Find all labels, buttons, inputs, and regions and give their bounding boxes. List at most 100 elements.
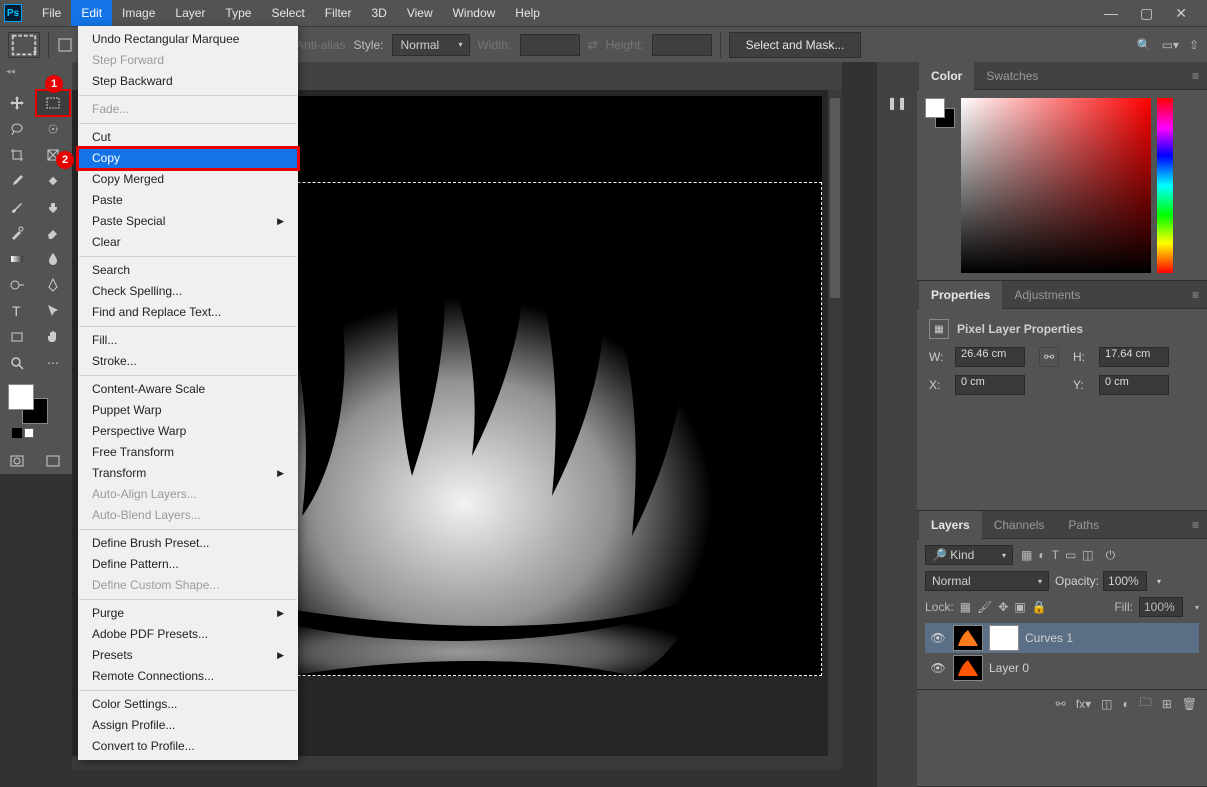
edit-menu-item[interactable]: Copy Merged: [78, 169, 298, 190]
menu-view[interactable]: View: [397, 0, 443, 26]
edit-menu-item[interactable]: Cut: [78, 127, 298, 148]
hand-tool[interactable]: [36, 324, 70, 350]
quick-mask-icon[interactable]: [0, 448, 34, 474]
crop-tool[interactable]: [0, 142, 34, 168]
menu-image[interactable]: Image: [112, 0, 165, 26]
tab-properties[interactable]: Properties: [919, 281, 1002, 309]
menu-filter[interactable]: Filter: [315, 0, 362, 26]
menu-help[interactable]: Help: [505, 0, 550, 26]
color-fg-bg-swatch[interactable]: [925, 98, 955, 128]
properties-panel-menu-icon[interactable]: ≡: [1184, 288, 1207, 302]
history-brush-tool[interactable]: [0, 220, 34, 246]
filter-pixel-icon[interactable]: ▦: [1021, 548, 1032, 563]
layer-mask-thumbnail[interactable]: [989, 625, 1019, 651]
tab-layers[interactable]: Layers: [919, 511, 982, 539]
panel-icon-1[interactable]: ❚❚: [886, 92, 908, 114]
edit-menu-item[interactable]: Convert to Profile...: [78, 736, 298, 757]
gradient-tool[interactable]: [0, 246, 34, 272]
color-swatches[interactable]: [0, 376, 72, 442]
delete-layer-icon[interactable]: 🗑: [1182, 697, 1197, 711]
style-select[interactable]: Normal▾: [392, 34, 470, 56]
color-panel-menu-icon[interactable]: ≡: [1184, 69, 1207, 83]
menu-file[interactable]: File: [32, 0, 71, 26]
layer-thumbnail[interactable]: [953, 625, 983, 651]
filter-shape-icon[interactable]: ▭: [1065, 548, 1076, 563]
filter-smart-icon[interactable]: ◫: [1082, 548, 1093, 563]
layer-name[interactable]: Curves 1: [1025, 631, 1073, 645]
filter-adjust-icon[interactable]: ◐: [1038, 548, 1045, 563]
edit-menu-item[interactable]: Step Backward: [78, 71, 298, 92]
saturation-picker[interactable]: [961, 98, 1151, 273]
prop-x-input[interactable]: 0 cm: [955, 375, 1025, 395]
move-tool[interactable]: [0, 90, 34, 116]
edit-menu-item[interactable]: Copy: [78, 148, 298, 169]
tab-channels[interactable]: Channels: [982, 511, 1057, 539]
new-layer-icon[interactable]: ⊞: [1162, 697, 1172, 711]
menu-3d[interactable]: 3D: [361, 0, 396, 26]
toolbox-collapse-icon[interactable]: ◂◂: [6, 66, 15, 77]
tab-color[interactable]: Color: [919, 62, 974, 90]
filter-toggle-icon[interactable]: ⏻: [1106, 548, 1116, 563]
share-icon[interactable]: ⇧: [1189, 38, 1199, 52]
layer-thumbnail[interactable]: [953, 655, 983, 681]
menu-window[interactable]: Window: [443, 0, 506, 26]
menu-select[interactable]: Select: [261, 0, 314, 26]
lock-artboard-icon[interactable]: ▣: [1014, 600, 1025, 614]
edit-menu-item[interactable]: Define Pattern...: [78, 554, 298, 575]
edit-menu-item[interactable]: Content-Aware Scale: [78, 379, 298, 400]
edit-menu-item[interactable]: Search: [78, 260, 298, 281]
dodge-tool[interactable]: [0, 272, 34, 298]
adjustment-layer-icon[interactable]: ◐: [1122, 697, 1129, 711]
edit-menu-item[interactable]: Check Spelling...: [78, 281, 298, 302]
lock-all-icon[interactable]: 🔒: [1032, 600, 1047, 614]
edit-menu-item[interactable]: Perspective Warp: [78, 421, 298, 442]
maximize-icon[interactable]: ▢: [1140, 5, 1153, 22]
workspace-icon[interactable]: ▭▾: [1162, 38, 1179, 52]
link-wh-icon[interactable]: ⚯: [1039, 347, 1059, 367]
tab-swatches[interactable]: Swatches: [974, 62, 1050, 90]
clone-stamp-tool[interactable]: [36, 194, 70, 220]
edit-menu-item[interactable]: Puppet Warp: [78, 400, 298, 421]
link-layers-icon[interactable]: ⚯: [1056, 697, 1066, 711]
select-new-icon[interactable]: [57, 37, 73, 53]
lock-pos-icon[interactable]: ✥: [998, 600, 1008, 614]
eyedropper-tool[interactable]: [0, 168, 34, 194]
prop-w-input[interactable]: 26.46 cm: [955, 347, 1025, 367]
edit-menu-item[interactable]: Undo Rectangular Marquee: [78, 29, 298, 50]
edit-menu-item[interactable]: Clear: [78, 232, 298, 253]
edit-menu-item[interactable]: Find and Replace Text...: [78, 302, 298, 323]
layer-name[interactable]: Layer 0: [989, 661, 1029, 675]
close-icon[interactable]: ✕: [1175, 5, 1187, 22]
fill-input[interactable]: 100%: [1139, 597, 1183, 617]
edit-menu-item[interactable]: Define Brush Preset...: [78, 533, 298, 554]
rectangular-marquee-tool[interactable]: [36, 90, 70, 116]
edit-menu-item[interactable]: Fill...: [78, 330, 298, 351]
lock-trans-icon[interactable]: ▦: [960, 600, 971, 614]
layer-group-icon[interactable]: 🗀: [1140, 693, 1152, 714]
search-icon[interactable]: 🔍: [1137, 38, 1152, 52]
quick-select-tool[interactable]: [36, 116, 70, 142]
path-select-tool[interactable]: [36, 298, 70, 324]
menu-layer[interactable]: Layer: [165, 0, 215, 26]
edit-toolbar-icon[interactable]: ⋯: [36, 350, 70, 376]
edit-menu-item[interactable]: Assign Profile...: [78, 715, 298, 736]
blend-mode-select[interactable]: Normal▾: [925, 571, 1049, 591]
pen-tool[interactable]: [36, 272, 70, 298]
edit-menu-item[interactable]: Transform▶: [78, 463, 298, 484]
select-and-mask-button[interactable]: Select and Mask...: [729, 32, 862, 58]
menu-edit[interactable]: Edit: [71, 0, 112, 26]
tab-paths[interactable]: Paths: [1056, 511, 1111, 539]
type-tool[interactable]: T: [0, 298, 34, 324]
vertical-scrollbar[interactable]: [828, 90, 842, 770]
edit-menu-item[interactable]: Presets▶: [78, 645, 298, 666]
edit-menu-item[interactable]: Stroke...: [78, 351, 298, 372]
prop-y-input[interactable]: 0 cm: [1099, 375, 1169, 395]
edit-menu-item[interactable]: Color Settings...: [78, 694, 298, 715]
menu-type[interactable]: Type: [215, 0, 261, 26]
layer-filter-kind[interactable]: 🔎 Kind▾: [925, 545, 1013, 565]
edit-menu-item[interactable]: Free Transform: [78, 442, 298, 463]
opacity-input[interactable]: 100%: [1103, 571, 1147, 591]
tab-adjustments[interactable]: Adjustments: [1002, 281, 1092, 309]
edit-menu-item[interactable]: Remote Connections...: [78, 666, 298, 687]
layer-item[interactable]: 👁 Curves 1: [925, 623, 1199, 653]
